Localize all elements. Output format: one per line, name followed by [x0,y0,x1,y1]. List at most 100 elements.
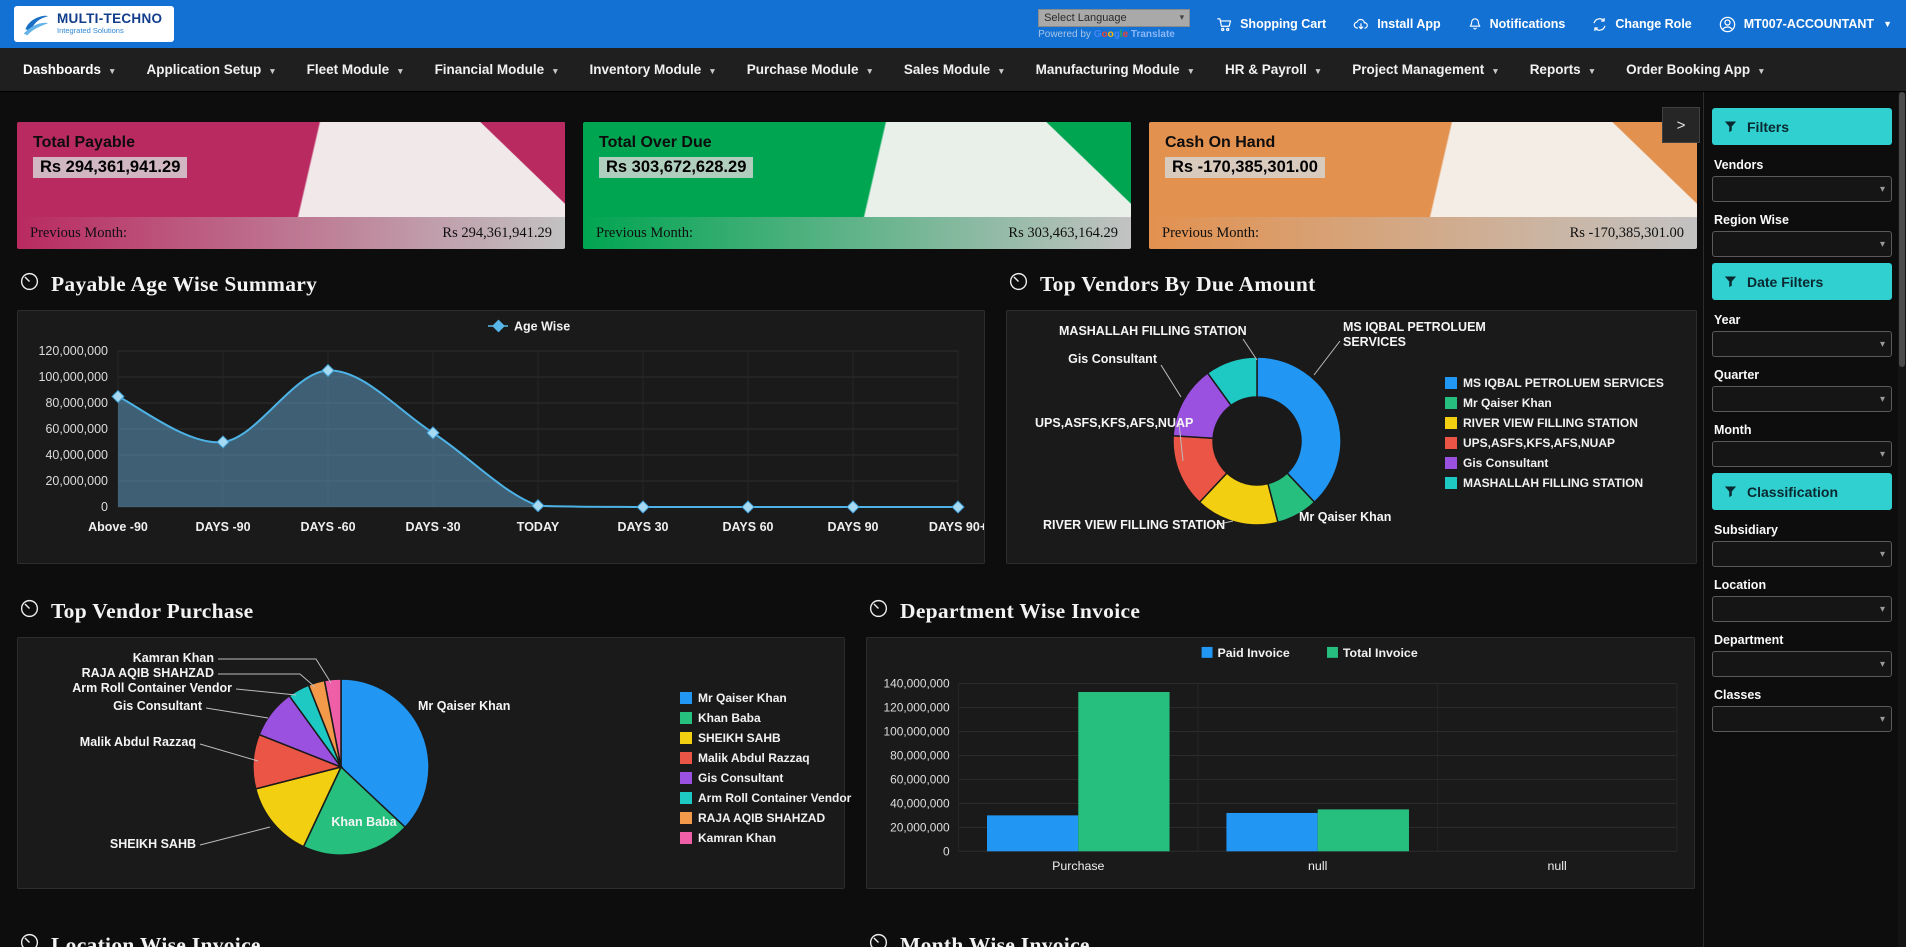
shopping-cart-icon [1216,16,1233,33]
chevron-down-icon: ▾ [1880,339,1885,350]
user-menu[interactable]: MT007-ACCOUNTANT ▼ [1718,15,1892,34]
nav-item-project-management[interactable]: Project Management▼ [1337,48,1514,91]
scrollbar[interactable] [1898,92,1906,947]
legend-item-ms-iqbal-petroluem-services[interactable]: MS IQBAL PETROLUEM SERVICES [1445,373,1664,393]
payable-age-chart-panel: 020,000,00040,000,00060,000,00080,000,00… [17,310,985,564]
nav-item-dashboards[interactable]: Dashboards▼ [8,48,131,91]
chevron-down-icon: ▾ [1880,714,1885,725]
svg-text:100,000,000: 100,000,000 [38,370,108,384]
svg-text:40,000,000: 40,000,000 [890,796,950,810]
svg-text:RIVER VIEW FILLING STATION: RIVER VIEW FILLING STATION [1043,518,1225,532]
section-title: Department Wise Invoice [900,599,1140,624]
filter-select-location[interactable]: ▾ [1712,596,1892,622]
nav-item-label: Purchase Module [747,62,859,77]
filter-select-classes[interactable]: ▾ [1712,706,1892,732]
legend-item-sheikh-sahb[interactable]: SHEIKH SAHB [680,728,851,748]
department-invoice-chart: 020,000,00040,000,00060,000,00080,000,00… [867,638,1694,888]
language-select[interactable]: Select Language ▾ [1038,9,1190,27]
nav-item-inventory-module[interactable]: Inventory Module▼ [575,48,732,91]
legend-swatch [680,692,692,704]
funnel-icon [1723,484,1738,499]
svg-text:60,000,000: 60,000,000 [890,772,950,786]
legend-swatch [1445,377,1457,389]
legend-item-mr-qaiser-khan[interactable]: Mr Qaiser Khan [1445,393,1664,413]
svg-text:120,000,000: 120,000,000 [38,344,108,358]
nav-item-label: HR & Payroll [1225,62,1307,77]
legend-item-mr-qaiser-khan[interactable]: Mr Qaiser Khan [680,688,851,708]
topbar-link-change-role[interactable]: Change Role [1591,16,1691,33]
google-translate-attribution: Powered by Google Translate [1038,29,1175,40]
logo[interactable]: MULTI-TECHNO Integrated Solutions [14,6,174,42]
legend-item-khan-baba[interactable]: Khan Baba [680,708,851,728]
filter-select-quarter[interactable]: ▾ [1712,386,1892,412]
svg-text:DAYS -30: DAYS -30 [405,520,460,534]
topbar-link-label: Install App [1377,17,1440,31]
legend-item-ups-asfs-kfs-afs-nuap[interactable]: UPS,ASFS,KFS,AFS,NUAP [1445,433,1664,453]
topbar-link-install-app[interactable]: Install App [1352,16,1440,33]
legend-item-raja-aqib-shahzad[interactable]: RAJA AQIB SHAHZAD [680,808,851,828]
nav-item-label: Reports [1530,62,1581,77]
chevron-down-icon: ▾ [1880,394,1885,405]
svg-text:120,000,000: 120,000,000 [884,701,951,715]
translate-label: Translate [1131,29,1175,40]
kpi-previous-label: Previous Month: [30,225,127,242]
gauge-icon [868,598,889,625]
svg-text:20,000,000: 20,000,000 [45,474,108,488]
filter-select-year[interactable]: ▾ [1712,331,1892,357]
legend-label: Malik Abdul Razzaq [698,751,810,765]
dashboard-main: Total PayableRs 294,361,941.29Previous M… [0,92,1703,947]
nav-item-financial-module[interactable]: Financial Module▼ [420,48,575,91]
filter-label-vendors: Vendors [1714,158,1890,172]
nav-item-sales-module[interactable]: Sales Module▼ [889,48,1021,91]
nav-item-application-setup[interactable]: Application Setup▼ [131,48,291,91]
nav-item-order-booking-app[interactable]: Order Booking App▼ [1611,48,1780,91]
scrollbar-thumb[interactable] [1899,92,1905,367]
install-app-icon [1352,16,1370,33]
sidebar-section-button-classification[interactable]: Classification [1712,473,1892,510]
chevron-down-icon: ▼ [1588,66,1596,76]
filter-select-vendors[interactable]: ▾ [1712,176,1892,202]
nav-item-purchase-module[interactable]: Purchase Module▼ [732,48,889,91]
nav-item-reports[interactable]: Reports ▼ [1515,48,1611,91]
nav-item-label: Fleet Module [307,62,390,77]
top-vendor-purchase-chart-panel: Kamran KhanRAJA AQIB SHAHZADArm Roll Con… [17,637,845,889]
chevron-down-icon: ▾ [1880,184,1885,195]
logo-subtitle: Integrated Solutions [57,27,162,35]
legend-item-malik-abdul-razzaq[interactable]: Malik Abdul Razzaq [680,748,851,768]
sidebar-section-button-date-filters[interactable]: Date Filters [1712,263,1892,300]
sidebar-collapse-button[interactable]: > [1662,107,1700,143]
legend-item-mashallah-filling-station[interactable]: MASHALLAH FILLING STATION [1445,473,1664,493]
legend-item-gis-consultant[interactable]: Gis Consultant [680,768,851,788]
legend-swatch [1445,477,1457,489]
kpi-card-total-payable: Total PayableRs 294,361,941.29Previous M… [17,122,565,249]
legend-item-arm-roll-container-vendor[interactable]: Arm Roll Container Vendor [680,788,851,808]
chevron-down-icon: ▾ [1880,549,1885,560]
svg-text:UPS,ASFS,KFS,AFS,NUAP: UPS,ASFS,KFS,AFS,NUAP [1035,416,1193,430]
chevron-down-icon: ▼ [1491,66,1499,76]
chevron-down-icon: ▼ [268,66,276,76]
topbar-link-shopping-cart[interactable]: Shopping Cart [1216,16,1326,33]
svg-text:80,000,000: 80,000,000 [890,748,950,762]
filter-label-region-wise: Region Wise [1714,213,1890,227]
filter-select-month[interactable]: ▾ [1712,441,1892,467]
svg-text:Paid Invoice: Paid Invoice [1218,646,1290,660]
topbar-link-notifications[interactable]: Notifications [1467,16,1566,33]
nav-item-manufacturing-module[interactable]: Manufacturing Module▼ [1021,48,1210,91]
legend-item-kamran-khan[interactable]: Kamran Khan [680,828,851,848]
legend-swatch [680,812,692,824]
svg-text:DAYS -90: DAYS -90 [195,520,250,534]
sidebar-section-button-filters[interactable]: Filters [1712,108,1892,145]
user-circle-icon [1718,15,1737,34]
filter-select-department[interactable]: ▾ [1712,651,1892,677]
section-title: Top Vendor Purchase [51,599,253,624]
legend-item-river-view-filling-station[interactable]: RIVER VIEW FILLING STATION [1445,413,1664,433]
filter-select-region-wise[interactable]: ▾ [1712,231,1892,257]
google-logo: Google [1094,29,1128,40]
filter-select-subsidiary[interactable]: ▾ [1712,541,1892,567]
sidebar-section-label: Filters [1747,119,1789,135]
kpi-previous-value: Rs -170,385,301.00 [1570,225,1684,242]
nav-item-hr-payroll[interactable]: HR & Payroll▼ [1210,48,1337,91]
nav-item-fleet-module[interactable]: Fleet Module▼ [292,48,420,91]
change-role-icon [1591,16,1608,33]
legend-item-gis-consultant[interactable]: Gis Consultant [1445,453,1664,473]
